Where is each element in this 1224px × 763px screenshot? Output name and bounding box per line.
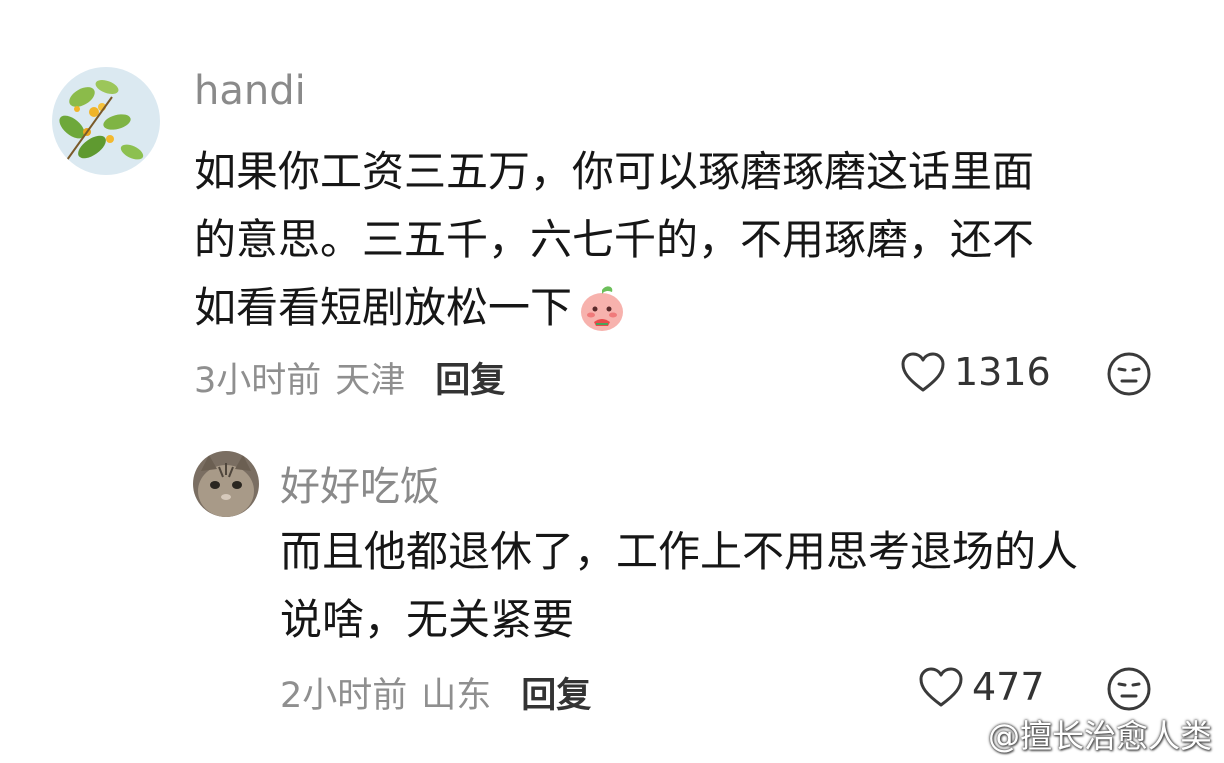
- weibo-logo-icon: [942, 720, 981, 750]
- like-count: 1316: [954, 350, 1051, 394]
- avatar[interactable]: [193, 451, 259, 517]
- heart-outline-icon: [901, 352, 945, 392]
- comment-line: 的意思。三五千，六七千的，不用琢磨，还不: [194, 215, 1035, 264]
- comment-line: 说啥，无关紧要: [280, 595, 575, 644]
- comment-location: 山东: [421, 676, 492, 716]
- avatar[interactable]: [52, 67, 160, 175]
- like-button[interactable]: 477: [918, 665, 1045, 709]
- comment-meta: 2小时前 山东 回复: [280, 667, 591, 718]
- comment-line: 如果你工资三五万，你可以琢磨琢磨这话里面: [194, 147, 1035, 196]
- like-count: 477: [972, 665, 1045, 709]
- meh-face-icon: [1107, 667, 1151, 711]
- meh-face-icon: [1107, 352, 1151, 396]
- watermark: @擅长治愈人类: [942, 711, 1212, 757]
- comment-line: 而且他都退休了，工作上不用思考退场的人: [280, 527, 1079, 576]
- comment-text: 如果你工资三五万，你可以琢磨琢磨这话里面 的意思。三五千，六七千的，不用琢磨，还…: [194, 138, 1194, 354]
- avatar-image: [52, 67, 160, 175]
- username[interactable]: 好好吃饭: [280, 454, 440, 512]
- comment-location: 天津: [335, 361, 406, 401]
- comment-time: 3小时前: [194, 361, 322, 401]
- dislike-button[interactable]: [1106, 351, 1152, 401]
- comment-text: 而且他都退休了，工作上不用思考退场的人 说啥，无关紧要: [280, 518, 1200, 654]
- like-button[interactable]: 1316: [900, 350, 1051, 394]
- username[interactable]: handi: [194, 68, 306, 114]
- comment-time: 2小时前: [280, 676, 408, 716]
- reply-button[interactable]: 回复: [521, 667, 591, 718]
- comment-line: 如看看短剧放松一下: [194, 274, 1194, 354]
- dislike-button[interactable]: [1106, 666, 1152, 716]
- watermark-text: @擅长治愈人类: [987, 717, 1212, 755]
- reply-button[interactable]: 回复: [435, 352, 505, 403]
- heart-outline-icon: [919, 667, 963, 707]
- comment-meta: 3小时前 天津 回复: [194, 352, 505, 403]
- avatar-image: [193, 451, 259, 517]
- peach-emoji-icon: [576, 282, 628, 354]
